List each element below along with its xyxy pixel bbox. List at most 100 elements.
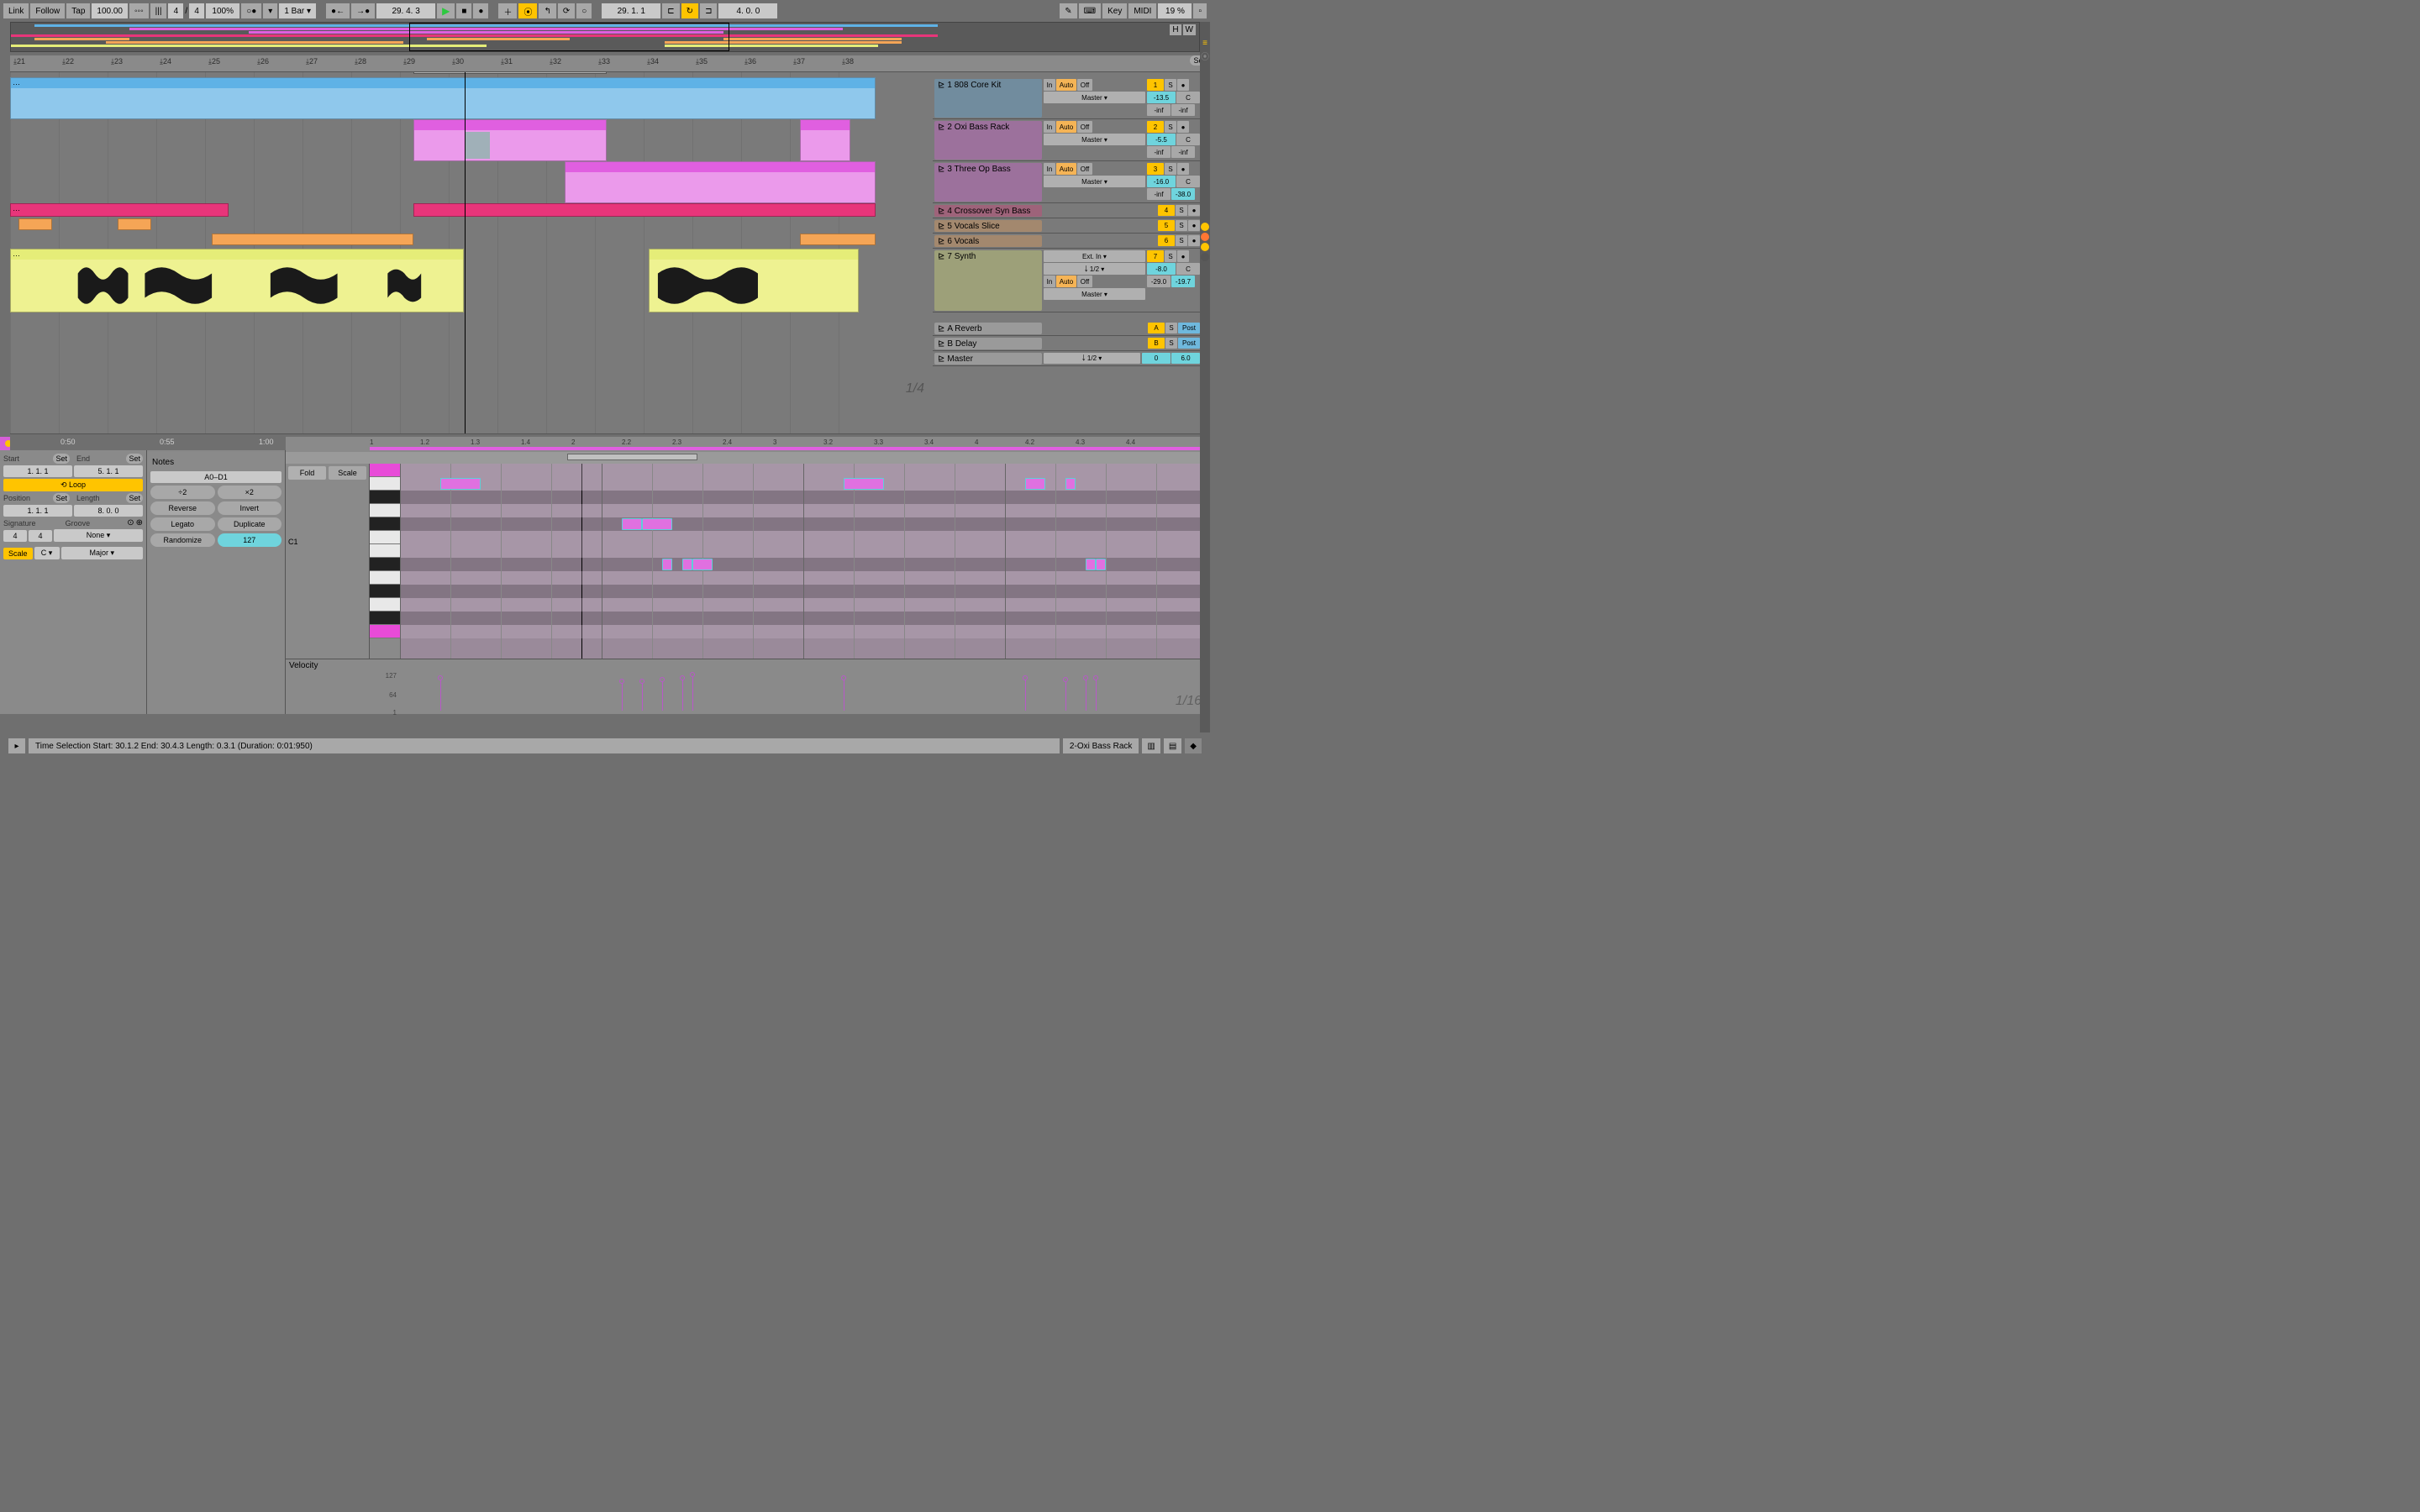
loop-button[interactable]: ↻ <box>681 3 698 18</box>
track-header[interactable]: ⊵1 808 Core Kit InAutoOffMaster ▾ 1S● -1… <box>933 77 1210 119</box>
mixer-section-toggle[interactable] <box>1201 243 1209 251</box>
midi-note[interactable] <box>682 559 692 570</box>
arm-button[interactable]: ● <box>1177 79 1189 91</box>
session-record-button[interactable]: ○ <box>576 3 592 18</box>
clip-vocals-slice-2[interactable] <box>118 218 151 230</box>
arm-button[interactable]: ● <box>1188 220 1200 231</box>
midi-map-button[interactable]: MIDI <box>1128 3 1156 18</box>
sig-num-field[interactable]: 4 <box>3 530 27 542</box>
key-map-button[interactable]: Key <box>1102 3 1127 18</box>
loop-toggle[interactable]: ⟲ Loop <box>3 479 143 491</box>
position-field[interactable]: 1. 1. 1 <box>3 505 72 517</box>
velocity-handle[interactable] <box>1083 675 1088 680</box>
track-unfold-icon[interactable]: ⊵ <box>938 237 944 246</box>
track-activator[interactable]: 7 <box>1147 250 1164 262</box>
fold-button[interactable]: Fold <box>288 466 326 480</box>
velocity-handle[interactable] <box>690 672 695 677</box>
metronome-button[interactable]: ○● <box>241 3 261 18</box>
back-to-arrangement-button[interactable]: ▸ <box>8 738 25 753</box>
groove-commit-icon[interactable]: ⊙ <box>127 518 134 528</box>
velocity-handle[interactable] <box>438 675 443 680</box>
length-set-button[interactable]: Set <box>126 493 143 503</box>
return-section-toggle[interactable] <box>1201 233 1209 241</box>
device-show-button[interactable]: ▥ <box>1142 738 1160 753</box>
overview-h-button[interactable]: H <box>1170 24 1181 35</box>
menu-icon[interactable]: ≡ <box>1202 39 1207 48</box>
master-track-header[interactable]: ⊵Master￬ 1/2 ▾06.0 <box>933 351 1210 366</box>
midi-note[interactable] <box>1025 478 1045 490</box>
track-activator[interactable]: 6 <box>1158 235 1175 246</box>
loop-brace[interactable] <box>413 72 607 74</box>
track-name[interactable]: 7 Synth <box>947 252 976 261</box>
midi-note[interactable] <box>1065 478 1076 490</box>
randomize-button[interactable]: Randomize <box>150 533 215 547</box>
velocity-handle[interactable] <box>680 675 685 680</box>
device-show-button-3[interactable]: ◆ <box>1185 738 1202 753</box>
play-button[interactable]: ▶ <box>437 3 455 18</box>
track-name[interactable]: 1 808 Core Kit <box>947 81 1001 90</box>
arm-button[interactable]: ● <box>1188 205 1200 216</box>
overdub-button[interactable]: ＋ <box>498 3 517 18</box>
clip-vocals-1[interactable] <box>212 234 413 245</box>
track-header[interactable]: ⊵5 Vocals Slice 5S● <box>933 218 1210 234</box>
track-activator[interactable]: 3 <box>1147 163 1164 175</box>
piano-keyboard[interactable] <box>370 464 400 659</box>
nudge-up-button[interactable]: ||| <box>150 3 167 18</box>
end-field[interactable]: 5. 1. 1 <box>74 465 143 477</box>
midi-note[interactable] <box>844 478 884 490</box>
midi-note[interactable] <box>1086 559 1096 570</box>
clip-synth-2[interactable] <box>649 249 859 312</box>
time-sig-denominator[interactable]: 4 <box>189 3 204 18</box>
track-unfold-icon[interactable]: ⊵ <box>938 165 944 174</box>
io-section-toggle[interactable] <box>1201 223 1209 231</box>
arrangement-position[interactable]: 29. 4. 3 <box>376 3 435 18</box>
time-sig-numerator[interactable]: 4 <box>168 3 183 18</box>
note-range-field[interactable]: A0–D1 <box>150 471 281 483</box>
capture-button[interactable]: ⟳ <box>558 3 575 18</box>
solo-button[interactable]: S <box>1165 163 1176 175</box>
bar-ruler[interactable]: Set ⤓21⤓22⤓23⤓24⤓25⤓26⤓27⤓28⤓29⤓30⤓31⤓32… <box>10 55 1210 72</box>
scale-mode-select[interactable]: Major ▾ <box>61 547 143 559</box>
stop-button[interactable]: ■ <box>456 3 471 18</box>
track-name[interactable]: 5 Vocals Slice <box>947 222 999 231</box>
punch-out-button[interactable]: ⊐ <box>700 3 717 18</box>
return-track-header[interactable]: ⊵B DelayBSPost <box>933 336 1210 351</box>
loop-length-field[interactable]: 4. 0. 0 <box>718 3 777 18</box>
note-grid[interactable] <box>400 464 1210 659</box>
arm-button[interactable]: ● <box>1177 250 1189 262</box>
velocity-handle[interactable] <box>660 677 665 682</box>
start-field[interactable]: 1. 1. 1 <box>3 465 72 477</box>
track-unfold-icon[interactable]: ⊵ <box>938 252 944 261</box>
tempo-field[interactable]: 100.00 <box>92 3 128 18</box>
track-unfold-icon[interactable]: ⊵ <box>938 222 944 231</box>
midi-note[interactable] <box>622 518 642 530</box>
midi-note[interactable] <box>440 478 481 490</box>
solo-button[interactable]: S <box>1176 205 1187 216</box>
solo-button[interactable]: S <box>1165 250 1176 262</box>
track-unfold-icon[interactable]: ⊵ <box>938 207 944 216</box>
device-title[interactable]: 2-Oxi Bass Rack <box>1063 738 1139 753</box>
punch-in-button[interactable]: ⊏ <box>662 3 679 18</box>
return-track-header[interactable]: ⊵A ReverbASPost <box>933 321 1210 336</box>
end-set-button[interactable]: Set <box>126 454 143 464</box>
clip-808-core[interactable]: … <box>10 77 876 119</box>
solo-button[interactable]: S <box>1176 235 1187 246</box>
half-tempo-button[interactable]: ÷2 <box>150 486 215 499</box>
delay-section-toggle[interactable] <box>1201 253 1209 261</box>
quantize-select[interactable]: 1 Bar ▾ <box>279 3 316 18</box>
computer-midi-button[interactable]: ⌨ <box>1079 3 1101 18</box>
metronome-amount[interactable]: 100% <box>206 3 239 18</box>
clip-synth-1[interactable]: … <box>10 249 464 312</box>
velocity-handle[interactable] <box>619 679 624 684</box>
track-unfold-icon[interactable]: ⊵ <box>938 123 944 132</box>
invert-button[interactable]: Invert <box>218 501 282 515</box>
velocity-handle[interactable] <box>1063 677 1068 682</box>
length-field[interactable]: 8. 0. 0 <box>74 505 143 517</box>
overview-w-button[interactable]: W <box>1183 24 1196 35</box>
reenable-automation-button[interactable]: ↰ <box>539 3 555 18</box>
track-name[interactable]: 4 Crossover Syn Bass <box>947 207 1030 216</box>
clip-oxi-bass[interactable] <box>413 119 607 161</box>
velocity-handle[interactable] <box>639 679 644 684</box>
randomize-value[interactable]: 127 <box>218 533 282 547</box>
track-activator[interactable]: 1 <box>1147 79 1164 91</box>
